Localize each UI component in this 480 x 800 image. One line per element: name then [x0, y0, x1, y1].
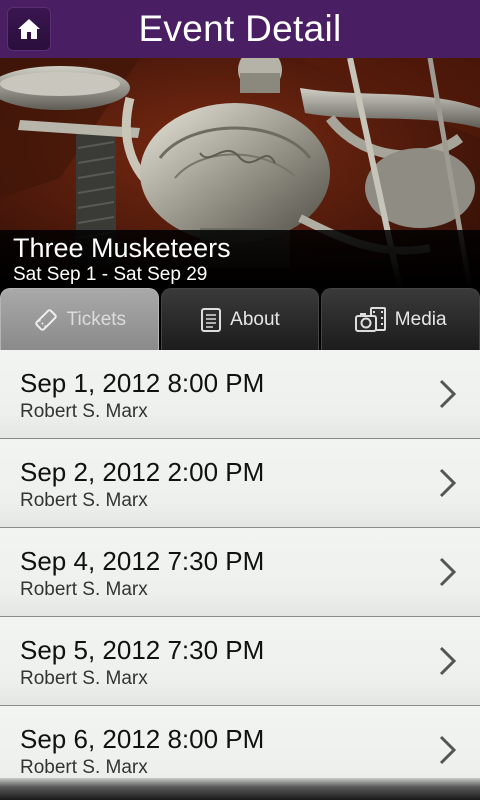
performance-date: Sep 5, 2012 7:30 PM: [20, 635, 265, 665]
performance-list: Sep 1, 2012 8:00 PM Robert S. Marx Sep 2…: [0, 350, 480, 786]
list-item[interactable]: Sep 5, 2012 7:30 PM Robert S. Marx: [0, 617, 480, 706]
header-bar: Event Detail: [0, 0, 480, 58]
list-item[interactable]: Sep 4, 2012 7:30 PM Robert S. Marx: [0, 528, 480, 617]
tab-tickets[interactable]: Tickets: [0, 288, 159, 350]
tab-about-label: About: [230, 308, 280, 330]
event-caption: Three Musketeers Sat Sep 1 - Sat Sep 29: [0, 230, 480, 288]
chevron-right-icon: [439, 468, 457, 498]
chevron-right-icon: [439, 379, 457, 409]
tab-media-label: Media: [394, 308, 447, 330]
event-dates: Sat Sep 1 - Sat Sep 29: [13, 264, 208, 285]
event-hero-image: Three Musketeers Sat Sep 1 - Sat Sep 29: [0, 58, 480, 288]
list-item[interactable]: Sep 1, 2012 8:00 PM Robert S. Marx: [0, 350, 480, 439]
home-icon: [18, 19, 40, 39]
performance-date: Sep 6, 2012 8:00 PM: [20, 724, 265, 754]
tab-about[interactable]: About: [160, 288, 320, 350]
tab-tickets-label: Tickets: [66, 308, 127, 330]
page-title: Event Detail: [138, 8, 342, 49]
performance-venue: Robert S. Marx: [20, 757, 148, 778]
ticket-icon: [34, 308, 57, 331]
chevron-right-icon: [439, 557, 457, 587]
list-item[interactable]: Sep 2, 2012 2:00 PM Robert S. Marx: [0, 439, 480, 528]
home-button[interactable]: [7, 7, 51, 51]
performance-venue: Robert S. Marx: [20, 579, 148, 600]
performance-date: Sep 4, 2012 7:30 PM: [20, 546, 265, 576]
performance-venue: Robert S. Marx: [20, 490, 148, 511]
performance-venue: Robert S. Marx: [20, 401, 148, 422]
performance-date: Sep 2, 2012 2:00 PM: [20, 457, 265, 487]
chevron-right-icon: [439, 646, 457, 676]
event-name: Three Musketeers: [13, 233, 231, 263]
camera-film-icon: [354, 306, 386, 332]
tab-media[interactable]: Media: [321, 288, 480, 350]
tab-bar: Tickets About Media: [0, 288, 480, 350]
performance-venue: Robert S. Marx: [20, 668, 148, 689]
bottom-bar: [0, 778, 480, 800]
chevron-right-icon: [439, 735, 457, 765]
performance-date: Sep 1, 2012 8:00 PM: [20, 368, 265, 398]
list-item[interactable]: Sep 6, 2012 8:00 PM Robert S. Marx: [0, 706, 480, 786]
document-icon: [201, 307, 222, 332]
